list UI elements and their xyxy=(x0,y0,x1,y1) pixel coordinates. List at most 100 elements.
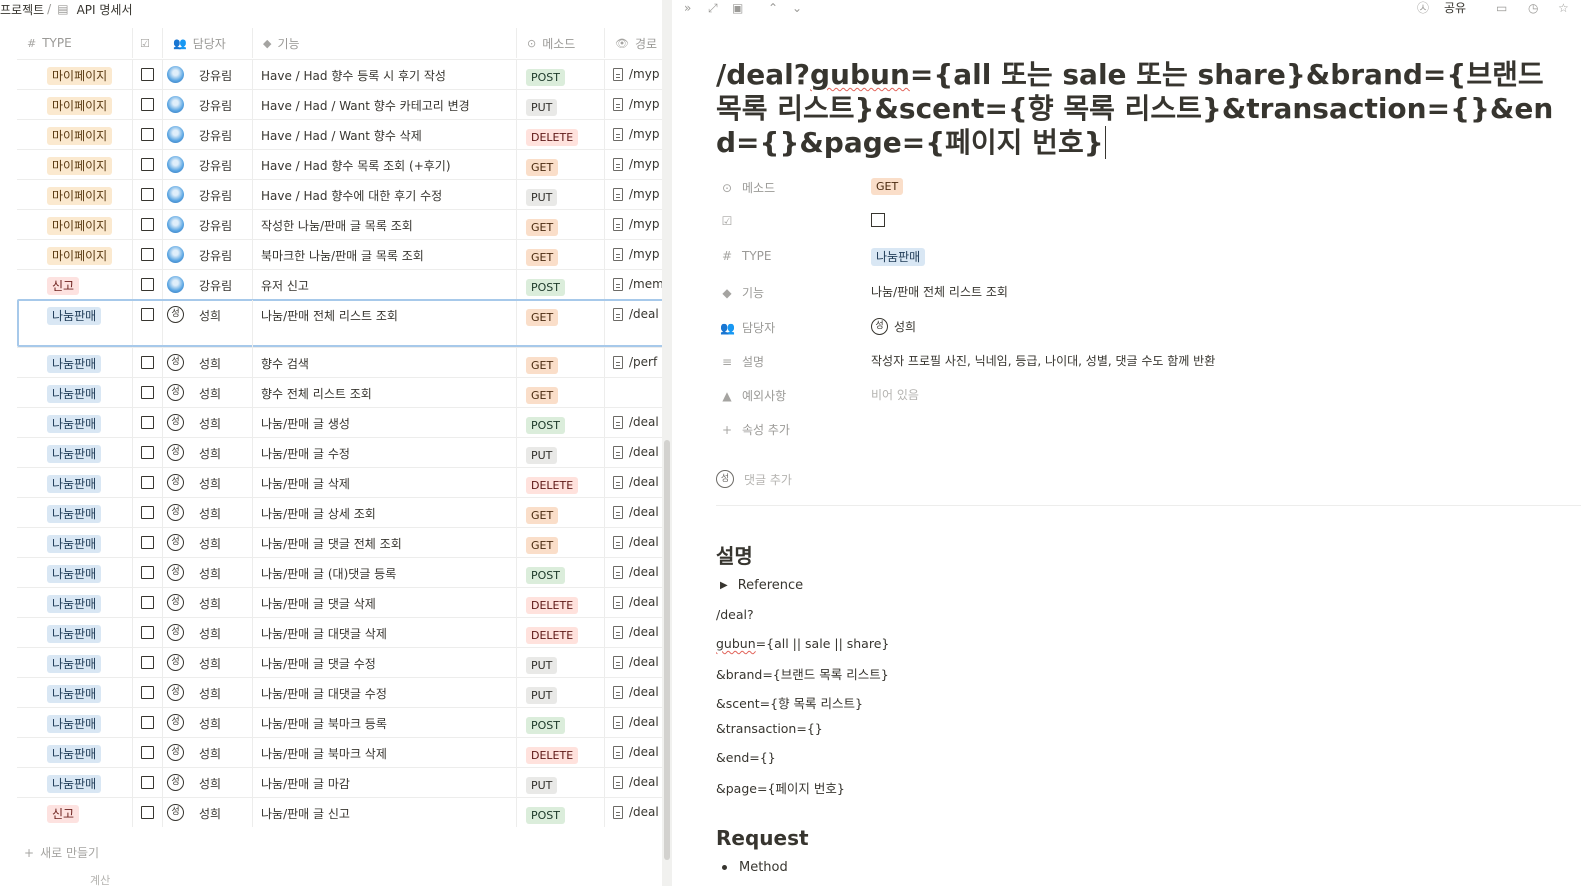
check-cell[interactable] xyxy=(133,210,163,239)
path-cell[interactable]: /mem xyxy=(605,270,667,299)
column-header-check[interactable]: ☑ xyxy=(133,28,163,58)
method-cell[interactable]: GET xyxy=(517,240,605,269)
scrollbar-thumb[interactable] xyxy=(664,440,670,860)
check-cell[interactable] xyxy=(133,378,163,407)
type-cell[interactable]: 나눔판매 xyxy=(17,378,133,407)
feature-cell[interactable]: 나눔/판매 글 댓글 삭제 xyxy=(253,588,517,617)
chevron-down-icon[interactable]: ⌄ xyxy=(792,0,802,16)
type-cell[interactable]: 나눔판매 xyxy=(17,648,133,677)
property-feature[interactable]: ◆ 기능 나눔/판매 전체 리스트 조회 xyxy=(716,281,1536,305)
assignee-cell[interactable]: 강유림 xyxy=(163,240,253,269)
method-cell[interactable]: POST xyxy=(517,270,605,299)
method-cell[interactable]: DELETE xyxy=(517,588,605,617)
path-cell[interactable]: /myp xyxy=(605,120,667,149)
feature-cell[interactable]: 북마크한 나눔/판매 글 목록 조회 xyxy=(253,240,517,269)
table-row[interactable]: 마이페이지 강유림 Have / Had / Want 향수 삭제 DELETE/my… xyxy=(17,119,667,149)
row-checkbox[interactable] xyxy=(141,218,154,231)
method-cell[interactable]: DELETE xyxy=(517,120,605,149)
type-cell[interactable]: 나눔판매 xyxy=(17,300,133,347)
method-cell[interactable]: POST xyxy=(517,708,605,737)
row-checkbox[interactable] xyxy=(141,806,154,819)
check-cell[interactable] xyxy=(133,240,163,269)
favorite-icon[interactable]: ☆ xyxy=(1558,0,1569,16)
feature-cell[interactable]: 향수 검색 xyxy=(253,348,517,377)
feature-cell[interactable]: Have / Had 향수에 대한 후기 수정 xyxy=(253,180,517,209)
check-cell[interactable] xyxy=(133,120,163,149)
add-property-button[interactable]: + 속성 추가 xyxy=(716,418,1536,442)
type-cell[interactable]: 신고 xyxy=(17,798,133,827)
method-cell[interactable]: DELETE xyxy=(517,738,605,767)
type-cell[interactable]: 나눔판매 xyxy=(17,558,133,587)
assignee-cell[interactable]: 강유림 xyxy=(163,180,253,209)
comment-icon[interactable]: ▭ xyxy=(1496,0,1507,16)
path-cell[interactable]: /deal xyxy=(605,768,667,797)
method-cell[interactable]: GET xyxy=(517,378,605,407)
feature-cell[interactable]: 나눔/판매 글 대댓글 삭제 xyxy=(253,618,517,647)
assignee-cell[interactable]: 성 성희 xyxy=(163,300,253,347)
row-checkbox[interactable] xyxy=(141,566,154,579)
check-cell[interactable] xyxy=(133,300,163,347)
body-line[interactable]: &end={} xyxy=(716,750,776,765)
path-cell[interactable]: /deal xyxy=(605,678,667,707)
check-cell[interactable] xyxy=(133,618,163,647)
assignee-cell[interactable]: 강유림 xyxy=(163,150,253,179)
row-checkbox[interactable] xyxy=(141,686,154,699)
type-cell[interactable]: 나눔판매 xyxy=(17,618,133,647)
feature-cell[interactable]: 작성한 나눔/판매 글 목록 조회 xyxy=(253,210,517,239)
table-row[interactable]: 나눔판매 성 성희 나눔/판매 글 대댓글 삭제 DELETE/deal xyxy=(17,617,667,647)
row-checkbox[interactable] xyxy=(141,308,154,321)
feature-cell[interactable]: Have / Had 향수 등록 시 후기 작성 xyxy=(253,60,517,89)
share-button[interactable]: 공유 xyxy=(1444,0,1466,16)
path-cell[interactable]: /deal xyxy=(605,648,667,677)
method-cell[interactable]: GET xyxy=(517,528,605,557)
type-cell[interactable]: 나눔판매 xyxy=(17,498,133,527)
feature-cell[interactable]: 유저 신고 xyxy=(253,270,517,299)
feature-cell[interactable]: 나눔/판매 글 댓글 전체 조회 xyxy=(253,528,517,557)
row-checkbox[interactable] xyxy=(141,98,154,111)
feature-cell[interactable]: 나눔/판매 글 북마크 등록 xyxy=(253,708,517,737)
method-cell[interactable]: POST xyxy=(517,408,605,437)
row-checkbox[interactable] xyxy=(141,626,154,639)
feature-cell[interactable]: 나눔/판매 글 생성 xyxy=(253,408,517,437)
table-row[interactable]: 나눔판매 성 성희 나눔/판매 글 댓글 전체 조회 GET/deal xyxy=(17,527,667,557)
path-cell[interactable]: /deal xyxy=(605,558,667,587)
breadcrumb-project[interactable]: 프로젝트 xyxy=(0,1,44,18)
layout-icon[interactable]: ▣ xyxy=(732,0,743,16)
table-row[interactable]: 나눔판매 성 성희 나눔/판매 글 북마크 등록 POST/deal xyxy=(17,707,667,737)
row-checkbox[interactable] xyxy=(141,416,154,429)
method-cell[interactable]: PUT xyxy=(517,678,605,707)
path-cell[interactable]: /deal xyxy=(605,498,667,527)
assignee-cell[interactable]: 성 성희 xyxy=(163,618,253,647)
check-cell[interactable] xyxy=(133,270,163,299)
assignee-cell[interactable]: 성 성희 xyxy=(163,738,253,767)
feature-cell[interactable]: 나눔/판매 글 신고 xyxy=(253,798,517,827)
path-cell[interactable]: /perf xyxy=(605,348,667,377)
row-checkbox[interactable] xyxy=(141,248,154,261)
table-row[interactable]: 나눔판매 성 성희 나눔/판매 글 북마크 삭제 DELETE/deal xyxy=(17,737,667,767)
breadcrumb-page[interactable]: API 명세서 xyxy=(77,1,133,18)
column-header-method[interactable]: ⊙ 메소드 xyxy=(517,28,605,58)
check-cell[interactable] xyxy=(133,768,163,797)
method-cell[interactable]: GET xyxy=(517,150,605,179)
table-row[interactable]: 나눔판매 성 성희 나눔/판매 글 생성 POST/deal xyxy=(17,407,667,437)
table-row[interactable]: 마이페이지 강유림 작성한 나눔/판매 글 목록 조회 GET/myp xyxy=(17,209,667,239)
path-cell[interactable] xyxy=(605,378,667,407)
table-row[interactable]: 나눔판매 성 성희 나눔/판매 글 (대)댓글 등록 POST/deal xyxy=(17,557,667,587)
page-title[interactable]: /deal?gubun={all 또는 sale 또는 share}&brand… xyxy=(716,58,1564,160)
assignee-cell[interactable]: 강유림 xyxy=(163,90,253,119)
row-checkbox[interactable] xyxy=(141,776,154,789)
property-type[interactable]: # TYPE 나눔판매 xyxy=(716,246,1536,270)
table-row[interactable]: 신고 강유림 유저 신고 POST/mem xyxy=(17,269,667,299)
table-row[interactable]: 마이페이지 강유림 북마크한 나눔/판매 글 목록 조회 GET/myp xyxy=(17,239,667,269)
body-line[interactable]: &scent={향 목록 리스트} xyxy=(716,693,863,712)
type-cell[interactable]: 나눔판매 xyxy=(17,408,133,437)
row-checkbox[interactable] xyxy=(141,188,154,201)
bullet-item[interactable]: Method xyxy=(722,860,788,875)
assignee-cell[interactable]: 성 성희 xyxy=(163,648,253,677)
body-line[interactable]: /deal? xyxy=(716,607,754,622)
table-row[interactable]: 마이페이지 강유림 Have / Had / Want 향수 카테고리 변경 PUT /… xyxy=(17,89,667,119)
feature-cell[interactable]: 나눔/판매 글 삭제 xyxy=(253,468,517,497)
type-cell[interactable]: 나눔판매 xyxy=(17,708,133,737)
table-row[interactable]: 나눔판매 성 성희 나눔/판매 글 마감 PUT/deal xyxy=(17,767,667,797)
type-cell[interactable]: 마이페이지 xyxy=(17,210,133,239)
